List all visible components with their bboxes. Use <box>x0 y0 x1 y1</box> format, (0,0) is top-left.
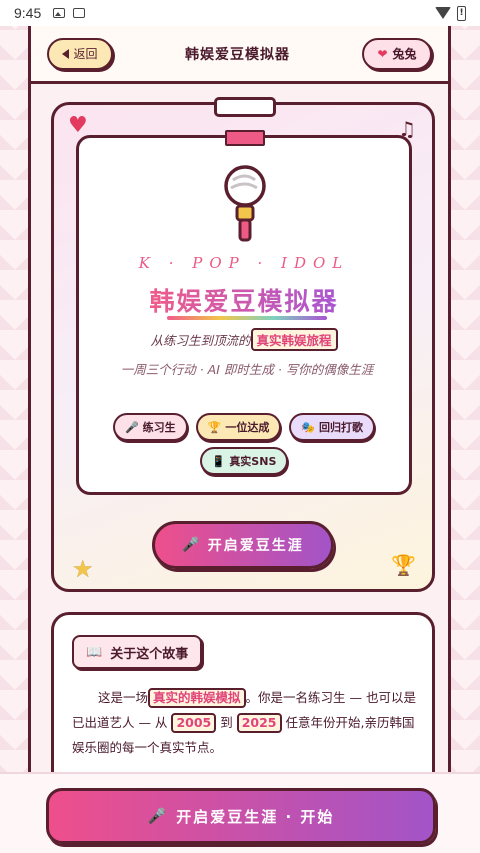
mic-icon: 🎤 <box>124 420 139 434</box>
year-start: 2005 <box>171 713 217 733</box>
bottom-cta-label: 开启爱豆生涯 · 开始 <box>176 807 335 826</box>
start-career-bottom-button[interactable]: 🎤 开启爱豆生涯 · 开始 <box>46 788 436 844</box>
start-career-label: 开启爱豆生涯 <box>207 538 304 554</box>
user-name: 兔兔 <box>392 47 417 61</box>
battery-icon <box>457 5 466 21</box>
phone-icon: 📱 <box>211 454 226 468</box>
story-text-a: 这是一场 <box>98 690 149 705</box>
status-bar: 9:45 <box>0 0 480 26</box>
back-arrow-icon <box>62 48 70 59</box>
hero-inner-card: K · POP · IDOL 韩娱爱豆模拟器 从练习生到顶流的 真实韩娱旅程 一周… <box>76 130 412 495</box>
title-underline <box>167 316 327 320</box>
subtitle-highlight: 真实韩娱旅程 <box>250 328 338 351</box>
kpop-idol-text: K · POP · IDOL <box>138 254 350 272</box>
app-frame: 返回 韩娱爱豆模拟器 ❤ 兔兔 ♥ ♫ K · POP · IDOL 韩娱爱豆模… <box>28 26 451 853</box>
wifi-icon <box>435 7 451 19</box>
book-icon: 📖 <box>86 644 103 660</box>
tag-label: 一位达成 <box>225 421 270 434</box>
star-sticker-icon: ★ <box>72 555 94 583</box>
tag-first-place[interactable]: 🏆 一位达成 <box>195 413 282 441</box>
bottom-bar: 🎤 开启爱豆生涯 · 开始 <box>0 772 480 853</box>
tape-decoration <box>225 130 265 146</box>
hero-subtitle: 从练习生到顶流的 真实韩娱旅程 <box>79 328 409 351</box>
heart-sticker-icon: ♥ <box>68 113 88 138</box>
clip-decoration <box>214 97 276 117</box>
notification-a-icon <box>73 8 86 18</box>
hero-subtitle-2: 一周三个行动 · AI 即时生成 · 写你的偶像生涯 <box>120 362 374 377</box>
tag-sns[interactable]: 📱 真实SNS <box>199 447 289 475</box>
feature-tags: 🎤 练习生 🏆 一位达成 🎭 回归打歌 📱 真实SNS <box>79 413 409 475</box>
hero-title-text: 韩娱爱豆模拟器 <box>149 287 339 316</box>
tag-label: 回归打歌 <box>319 421 364 434</box>
story-heading-text: 关于这个故事 <box>110 646 189 662</box>
heart-icon: ❤ <box>377 46 388 61</box>
top-bar: 返回 韩娱爱豆模拟器 ❤ 兔兔 <box>31 26 448 84</box>
trophy-sticker-icon: 🏆 <box>391 553 416 577</box>
tag-label: 练习生 <box>142 421 176 434</box>
mic-icon: 🎤 <box>147 807 169 825</box>
mic-icon: 🎤 <box>182 537 202 553</box>
hero-title: 韩娱爱豆模拟器 <box>79 282 409 318</box>
start-career-button[interactable]: 🎤 开启爱豆生涯 <box>152 521 334 569</box>
user-button[interactable]: ❤ 兔兔 <box>362 37 432 70</box>
hero-card: ♥ ♫ K · POP · IDOL 韩娱爱豆模拟器 从练习生到顶流的 真实韩娱旅… <box>51 97 435 592</box>
gallery-icon <box>53 8 66 18</box>
story-heading: 📖 关于这个故事 <box>72 635 203 669</box>
story-highlight: 真实的韩娱模拟 <box>148 688 246 708</box>
tag-label: 真实SNS <box>229 455 277 468</box>
year-end: 2025 <box>236 713 282 733</box>
subtitle-prefix: 从练习生到顶流的 <box>150 333 251 348</box>
back-button[interactable]: 返回 <box>47 37 113 70</box>
microphone-icon <box>224 165 266 242</box>
story-text-c: 到 <box>220 715 233 730</box>
status-time: 9:45 <box>14 5 42 21</box>
story-paragraph: 这是一场 真实的韩娱模拟 。你是一名练习生 — 也可以是已出道艺人 — 从 2005… <box>72 685 424 760</box>
content-scroll[interactable]: ♥ ♫ K · POP · IDOL 韩娱爱豆模拟器 从练习生到顶流的 真实韩娱旅… <box>31 84 448 853</box>
tag-comeback[interactable]: 🎭 回归打歌 <box>289 413 376 441</box>
tag-trainee[interactable]: 🎤 练习生 <box>112 413 188 441</box>
mask-icon: 🎭 <box>301 420 316 434</box>
trophy-icon: 🏆 <box>207 420 222 434</box>
back-label: 返回 <box>73 47 98 61</box>
page-title: 韩娱爱豆模拟器 <box>185 46 290 63</box>
